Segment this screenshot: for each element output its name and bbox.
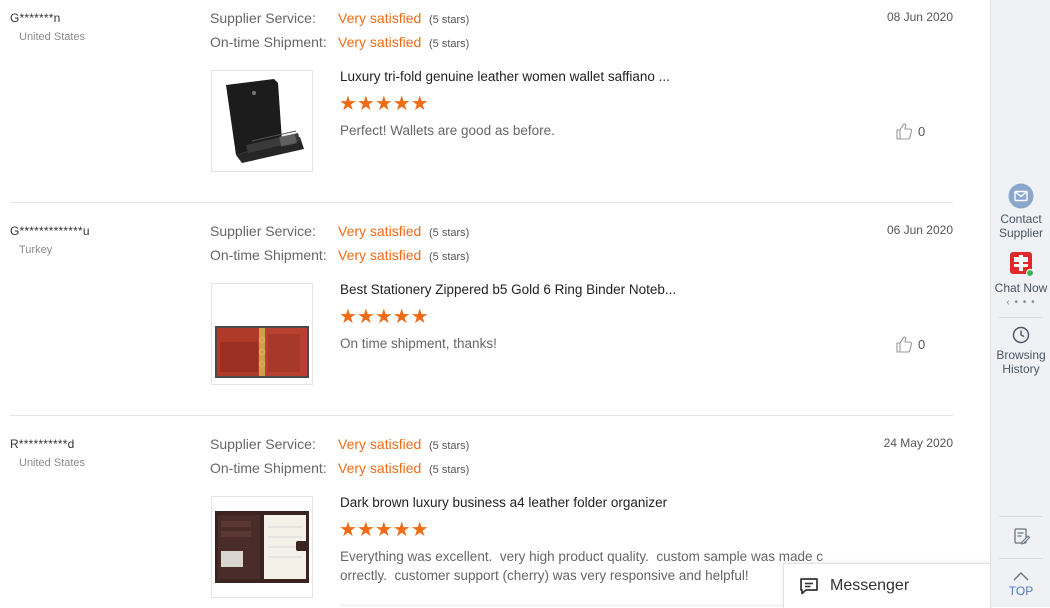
messenger-button[interactable]: Messenger — [783, 563, 992, 608]
supplier-service-label: Supplier Service: — [210, 223, 316, 239]
ontime-shipment-rating: On-time Shipment: Very satisfied (5 stars) — [210, 460, 469, 478]
product-image[interactable] — [211, 496, 313, 598]
product-rating-stars: ★★★★★ — [339, 93, 429, 115]
browsing-history-button[interactable]: Browsing History — [991, 325, 1050, 376]
right-sidebar: Contact Supplier Chat Now ‹ • • • Browsi… — [990, 0, 1050, 607]
sidebar-divider — [999, 558, 1043, 559]
like-button[interactable]: 0 — [895, 122, 925, 140]
ontime-shipment-label: On-time Shipment: — [210, 247, 327, 263]
chevron-up-icon — [1013, 572, 1029, 581]
supplier-service-rating: Supplier Service: Very satisfied (5 stars) — [210, 10, 469, 28]
product-title-link[interactable]: Luxury tri-fold genuine leather women wa… — [340, 69, 670, 84]
ontime-shipment-label: On-time Shipment: — [210, 460, 327, 476]
supplier-service-stars: (5 stars) — [429, 227, 470, 239]
review-divider — [10, 202, 953, 203]
history-label-1: Browsing — [996, 348, 1046, 362]
mail-icon — [1008, 183, 1034, 209]
supplier-service-label: Supplier Service: — [210, 10, 316, 26]
ontime-shipment-value: Very satisfied — [338, 460, 422, 476]
thumbs-up-icon — [896, 336, 913, 353]
contact-supplier-button[interactable]: Contact Supplier — [991, 183, 1050, 240]
reviewer-name: R**********d — [10, 437, 75, 451]
reviewer-country: Turkey — [19, 244, 53, 256]
sidebar-divider — [999, 516, 1043, 517]
review-date: 06 Jun 2020 — [886, 223, 953, 237]
ontime-shipment-label: On-time Shipment: — [210, 34, 327, 50]
reviews-list: G*******n United States Supplier Service… — [0, 0, 990, 607]
review-comment: On time shipment, thanks! — [340, 336, 497, 351]
thumbs-up-icon — [896, 123, 913, 140]
supplier-service-value: Very satisfied — [338, 223, 422, 239]
reviewer-country: United States — [19, 457, 86, 469]
contact-label-1: Contact — [1000, 212, 1042, 226]
back-to-top-button[interactable]: TOP — [991, 570, 1050, 598]
chat-bubble-icon — [800, 578, 818, 595]
ontime-shipment-value: Very satisfied — [338, 34, 422, 50]
reviewer-country: United States — [19, 31, 86, 43]
supplier-service-stars: (5 stars) — [429, 14, 470, 26]
reviewer-name: G*******n — [10, 11, 61, 25]
messenger-label: Messenger — [830, 577, 910, 594]
product-title-link[interactable]: Best Stationery Zippered b5 Gold 6 Ring … — [340, 282, 676, 297]
feedback-button[interactable] — [991, 526, 1050, 549]
chat-now-icon — [1010, 252, 1035, 278]
more-dots[interactable]: ‹ • • • — [991, 296, 1050, 310]
ontime-shipment-stars: (5 stars) — [429, 38, 470, 50]
wallet-image — [212, 71, 312, 171]
supplier-service-stars: (5 stars) — [429, 440, 470, 452]
review-divider — [10, 415, 953, 416]
supplier-service-value: Very satisfied — [338, 10, 422, 26]
ontime-shipment-value: Very satisfied — [338, 247, 422, 263]
clock-icon — [1012, 326, 1030, 344]
like-count: 0 — [918, 123, 926, 139]
history-label-2: History — [1002, 362, 1040, 376]
contact-label-2: Supplier — [998, 226, 1044, 240]
review-date: 24 May 2020 — [883, 436, 953, 450]
product-image[interactable] — [211, 70, 313, 172]
supplier-service-value: Very satisfied — [338, 436, 422, 452]
ontime-shipment-stars: (5 stars) — [429, 251, 470, 263]
review-comment: Everything was excellent. very high prod… — [340, 549, 823, 583]
binder-image — [212, 284, 312, 384]
ontime-shipment-rating: On-time Shipment: Very satisfied (5 stars) — [210, 34, 469, 52]
review-comment: Perfect! Wallets are good as before. — [340, 123, 555, 138]
ontime-shipment-rating: On-time Shipment: Very satisfied (5 stars) — [210, 247, 469, 265]
folder-image — [212, 497, 312, 597]
product-rating-stars: ★★★★★ — [339, 306, 429, 328]
chat-now-label: Chat Now — [994, 281, 1048, 295]
chat-now-button[interactable]: Chat Now ‹ • • • — [991, 250, 1050, 310]
ontime-shipment-stars: (5 stars) — [429, 464, 470, 476]
review-date: 08 Jun 2020 — [886, 10, 953, 24]
edit-note-icon — [1014, 528, 1031, 545]
product-rating-stars: ★★★★★ — [339, 519, 429, 541]
product-image[interactable] — [211, 283, 313, 385]
product-title-link[interactable]: Dark brown luxury business a4 leather fo… — [340, 495, 667, 510]
supplier-service-rating: Supplier Service: Very satisfied (5 stars) — [210, 223, 469, 241]
like-count: 0 — [918, 336, 926, 352]
reviewer-name: G*************u — [10, 224, 90, 238]
sidebar-divider — [999, 317, 1043, 318]
supplier-service-label: Supplier Service: — [210, 436, 316, 452]
like-button[interactable]: 0 — [895, 335, 925, 353]
top-label: TOP — [1008, 584, 1034, 598]
supplier-service-rating: Supplier Service: Very satisfied (5 stars) — [210, 436, 469, 454]
